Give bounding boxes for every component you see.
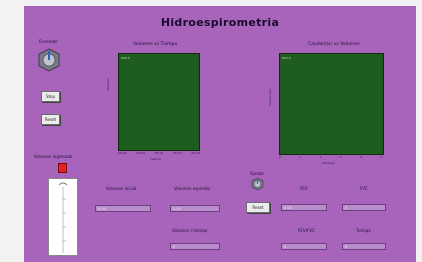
volumen-espirado-field: 0.00 (170, 205, 220, 212)
plot-2-xtick: 4 (359, 155, 362, 159)
fev-label: FEV (300, 186, 308, 191)
front-panel: Hidroespirometria Encender Stop Reset Vo… (24, 6, 416, 262)
knob-icon[interactable] (36, 46, 62, 74)
gauge-scale (58, 182, 68, 253)
plot-1-title: Volumen vs Tiempo (133, 42, 178, 47)
knob-label: Encender (39, 39, 58, 44)
plot-2-xtick: 5 (380, 155, 382, 159)
volumen-espirado-label: Volumen espirado (174, 186, 210, 191)
fvc-field: 0 (342, 204, 386, 211)
reset-button[interactable]: Reset (41, 114, 60, 125)
plot-2-xtick: 2 (319, 155, 322, 159)
plot-2-xlabel: Volumen (322, 161, 336, 165)
plot-1-xticks: 00:00 00:05 00:10 00:15 00:20 (118, 151, 200, 155)
volumen-inicial-field: 0.00 (95, 205, 151, 212)
plot-1-canvas[interactable]: Plot 0 (118, 53, 200, 151)
plot-1-xtick: 00:00 (118, 151, 127, 155)
plot-1-xtick: 00:05 (136, 151, 145, 155)
fev-field: 0.00 (281, 204, 327, 211)
volume-indicator-label: Volumen ingresado (34, 154, 73, 159)
plot-2-xtick: 0 (279, 155, 281, 159)
plot-1-legend: Plot 0 (121, 56, 130, 60)
plot-1-xtick: 00:20 (191, 151, 200, 155)
tiempo-field: 0 (342, 243, 386, 250)
volume-gauge (48, 178, 78, 256)
plot-2-xtick: 1 (299, 155, 302, 159)
plot-2-xtick: 3 (339, 155, 342, 159)
fev-fvc-label: FEV/FVC (298, 228, 315, 233)
tiempo-label: Tiempo (356, 228, 371, 233)
fev-fvc-field: 0 (281, 243, 327, 250)
zero-reset-button[interactable]: Reset (246, 202, 270, 213)
plot-2-title: Caudal(l/s) vs Volumen (308, 42, 360, 47)
plot-2-ylabel: Caudal (l/s) (268, 88, 272, 106)
plot-1-xlabel: Tiempo (150, 157, 162, 161)
volumen-inicial-label: Volumen inicial (106, 186, 137, 191)
status-led (58, 163, 67, 173)
plot-1-xtick: 00:10 (154, 151, 164, 155)
plot-1-xtick: 00:15 (172, 151, 182, 155)
plot-2-xticks: 0 1 2 3 4 5 (279, 155, 382, 159)
plot-1-ylabel: Volumen (106, 77, 110, 91)
plot-2-canvas[interactable]: Plot 0 (279, 53, 384, 155)
volumen-tiempo-label: Volumen / tiempo (172, 228, 208, 233)
zero-knob-label: Ajustar (250, 171, 265, 176)
stop-button[interactable]: Stop (41, 91, 60, 102)
fvc-label: FVC (360, 186, 368, 191)
zero-knob-icon[interactable] (251, 177, 264, 191)
volumen-tiempo-field: 0 (170, 243, 220, 250)
plot-2-legend: Plot 0 (282, 56, 291, 60)
app-title: Hidroespirometria (160, 16, 280, 29)
